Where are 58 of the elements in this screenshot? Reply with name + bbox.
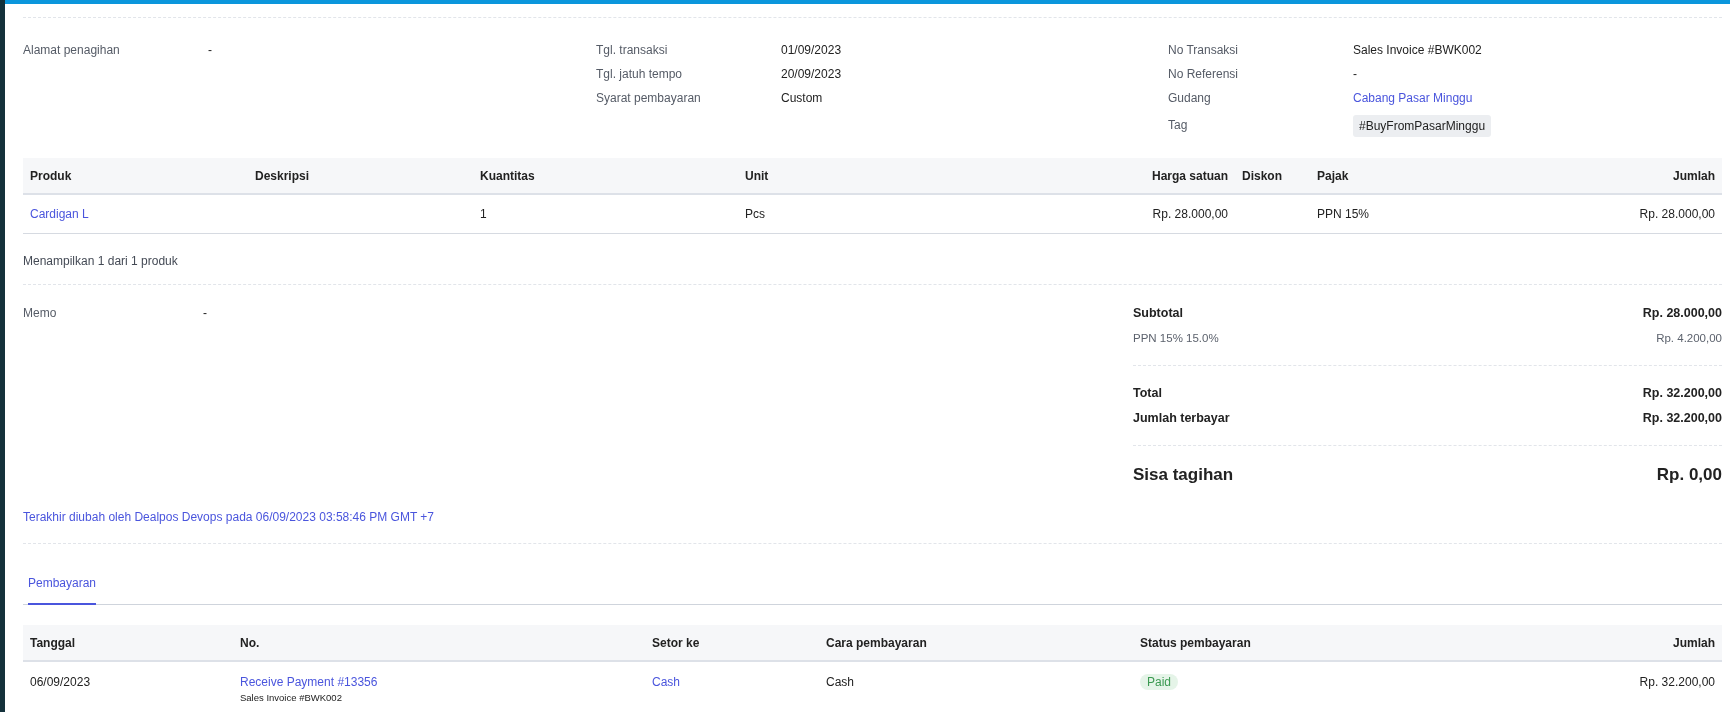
last-modified-note: Terakhir diubah oleh Dealpos Devops pada 06/09/2023 03:58:46 PM GMT +7 xyxy=(23,509,436,526)
column-header: Pajak xyxy=(1316,167,1350,185)
table-cell-text: PPN 15% xyxy=(1316,206,1371,223)
field-label: Tag xyxy=(1168,117,1189,134)
column-header: Deskripsi xyxy=(254,167,311,185)
table-cell-text: Cash xyxy=(825,674,855,691)
summary-label: Subtotal xyxy=(1133,305,1183,322)
product-link[interactable]: Cardigan L xyxy=(23,205,248,223)
product-count: Menampilkan 1 dari 1 produk xyxy=(23,253,179,270)
warehouse-link[interactable]: Cabang Pasar Minggu xyxy=(1353,89,1473,107)
field-value: - xyxy=(208,42,212,59)
field-label: Syarat pembayaran xyxy=(596,90,702,107)
column-header: Unit xyxy=(744,167,770,185)
column-header: Kuantitas xyxy=(479,167,536,185)
field-value: 01/09/2023 xyxy=(781,42,842,59)
column-header: Harga satuan xyxy=(1150,167,1229,185)
field-label: Alamat penagihan xyxy=(23,42,121,59)
field-label: Tgl. jatuh tempo xyxy=(596,66,684,83)
summary-label: PPN 15% 15.0% xyxy=(1133,331,1219,346)
table-cell-text: Pcs xyxy=(744,206,766,223)
table-cell-text: 06/09/2023 xyxy=(29,674,92,691)
summary-value: Rp. 28.000,00 xyxy=(1642,305,1722,322)
column-header: Diskon xyxy=(1241,167,1283,185)
column-header: Produk xyxy=(29,167,73,185)
field-value: Sales Invoice #BWK002 xyxy=(1353,42,1482,59)
memo-label: Memo xyxy=(23,305,58,322)
field-label: Gudang xyxy=(1168,90,1212,107)
field-value: Custom xyxy=(781,90,823,107)
field-label: No Transaksi xyxy=(1168,42,1240,59)
status-badge: Paid xyxy=(1140,674,1179,690)
column-header: Jumlah xyxy=(1672,634,1716,652)
account-link[interactable]: Cash xyxy=(652,675,680,689)
column-header: Cara pembayaran xyxy=(825,634,928,652)
field-value: - xyxy=(1353,66,1357,83)
table-cell-text: Rp. 32.200,00 xyxy=(1638,674,1716,691)
summary-label: Total xyxy=(1133,385,1162,402)
column-header: No. xyxy=(239,634,261,652)
column-header: Status pembayaran xyxy=(1139,634,1252,652)
table-cell-text: Rp. 28.000,00 xyxy=(1151,206,1229,223)
reference-text: Sales Invoice #BWK002 xyxy=(240,691,342,704)
column-header: Setor ke xyxy=(651,634,701,652)
summary-value: Rp. 32.200,00 xyxy=(1642,410,1722,427)
column-header: Tanggal xyxy=(29,634,77,652)
summary-value: Rp. 4.200,00 xyxy=(1656,331,1722,346)
field-label: No Referensi xyxy=(1168,66,1240,83)
table-cell-text: Rp. 28.000,00 xyxy=(1638,206,1716,223)
summary-label: Sisa tagihan xyxy=(1133,464,1234,486)
summary-value: Rp. 32.200,00 xyxy=(1642,385,1722,402)
field-value: 20/09/2023 xyxy=(781,66,842,83)
summary-label: Jumlah terbayar xyxy=(1133,410,1230,427)
summary-value: Rp. 0,00 xyxy=(1656,464,1722,486)
payment-tab[interactable]: Pembayaran xyxy=(28,566,97,605)
field-label: Tgl. transaksi xyxy=(596,42,669,59)
memo-value: - xyxy=(203,305,207,322)
payment-link[interactable]: Receive Payment #13356 xyxy=(240,673,378,691)
tag-chip: #BuyFromPasarMinggu xyxy=(1353,115,1492,137)
column-header: Jumlah xyxy=(1672,167,1716,185)
table-cell-text: 1 xyxy=(479,206,488,223)
